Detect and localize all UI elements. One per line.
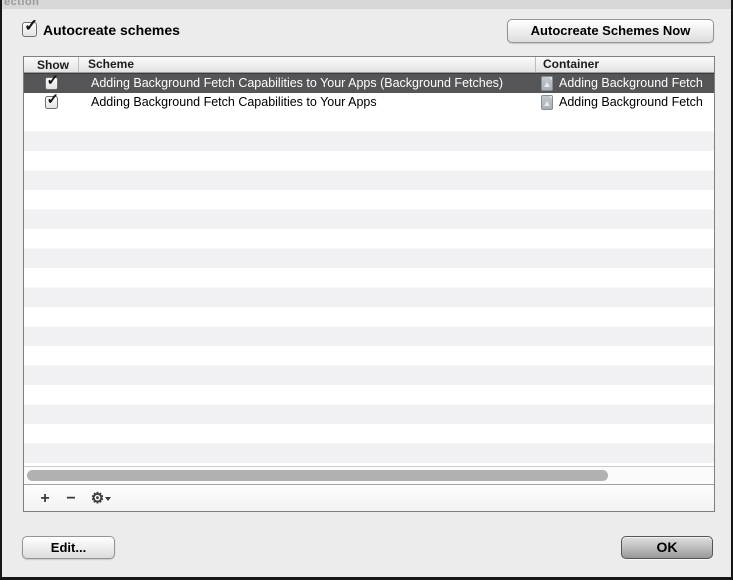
scheme-cell: Adding Background Fetch Capabilities to … [78,95,535,109]
remove-scheme-button[interactable]: − [58,486,84,511]
container-label: Adding Background Fetch [559,76,703,90]
edit-button[interactable]: Edit... [22,536,115,559]
table-row[interactable]: ✓ Adding Background Fetch Capabilities t… [24,93,714,113]
row-checkbox-icon[interactable]: ✓ [45,77,58,90]
row-checkbox-icon[interactable]: ✓ [45,96,58,109]
check-icon: ✓ [47,92,60,107]
container-cell: Adding Background Fetch [535,95,714,110]
xcode-project-icon [541,95,553,110]
ok-button[interactable]: OK [621,536,713,559]
background-window-text-fragment: ection [4,0,39,8]
column-header-show[interactable]: Show [24,58,78,72]
background-window-strip: ection [2,0,731,9]
table-row-selected[interactable]: ✓ Adding Background Fetch Capabilities t… [24,73,714,93]
gear-menu-button[interactable]: ⚙ [88,486,114,511]
xcode-project-icon [541,76,553,91]
autocreate-schemes-label: Autocreate schemes [43,22,180,38]
autocreate-schemes-checkbox[interactable]: ✓ Autocreate schemes [22,21,180,38]
container-cell: Adding Background Fetch [535,76,714,91]
manage-schemes-dialog: { "window": { "top_text_fragment": "ecti… [0,0,733,580]
gear-icon: ⚙ [91,490,104,507]
schemes-table-body: ✓ Adding Background Fetch Capabilities t… [24,73,714,466]
horizontal-scrollbar[interactable] [24,466,714,484]
container-label: Adding Background Fetch [559,95,703,109]
empty-row-stripes [24,112,714,466]
show-cell: ✓ [24,96,78,109]
chevron-down-icon [105,497,111,501]
scheme-cell: Adding Background Fetch Capabilities to … [78,76,535,90]
table-header: Show Scheme Container [24,57,714,73]
table-toolbar: + − ⚙ [24,484,714,511]
check-icon: ✓ [24,17,38,34]
show-cell: ✓ [24,77,78,90]
column-header-scheme[interactable]: Scheme [78,57,535,72]
schemes-table: Show Scheme Container ✓ Adding Backgroun… [23,56,715,512]
column-header-container[interactable]: Container [535,57,714,72]
add-scheme-button[interactable]: + [32,486,58,511]
autocreate-schemes-now-button[interactable]: Autocreate Schemes Now [507,19,714,43]
check-icon: ✓ [47,73,60,88]
scrollbar-thumb[interactable] [27,470,608,481]
checkbox-icon[interactable]: ✓ [22,22,37,37]
